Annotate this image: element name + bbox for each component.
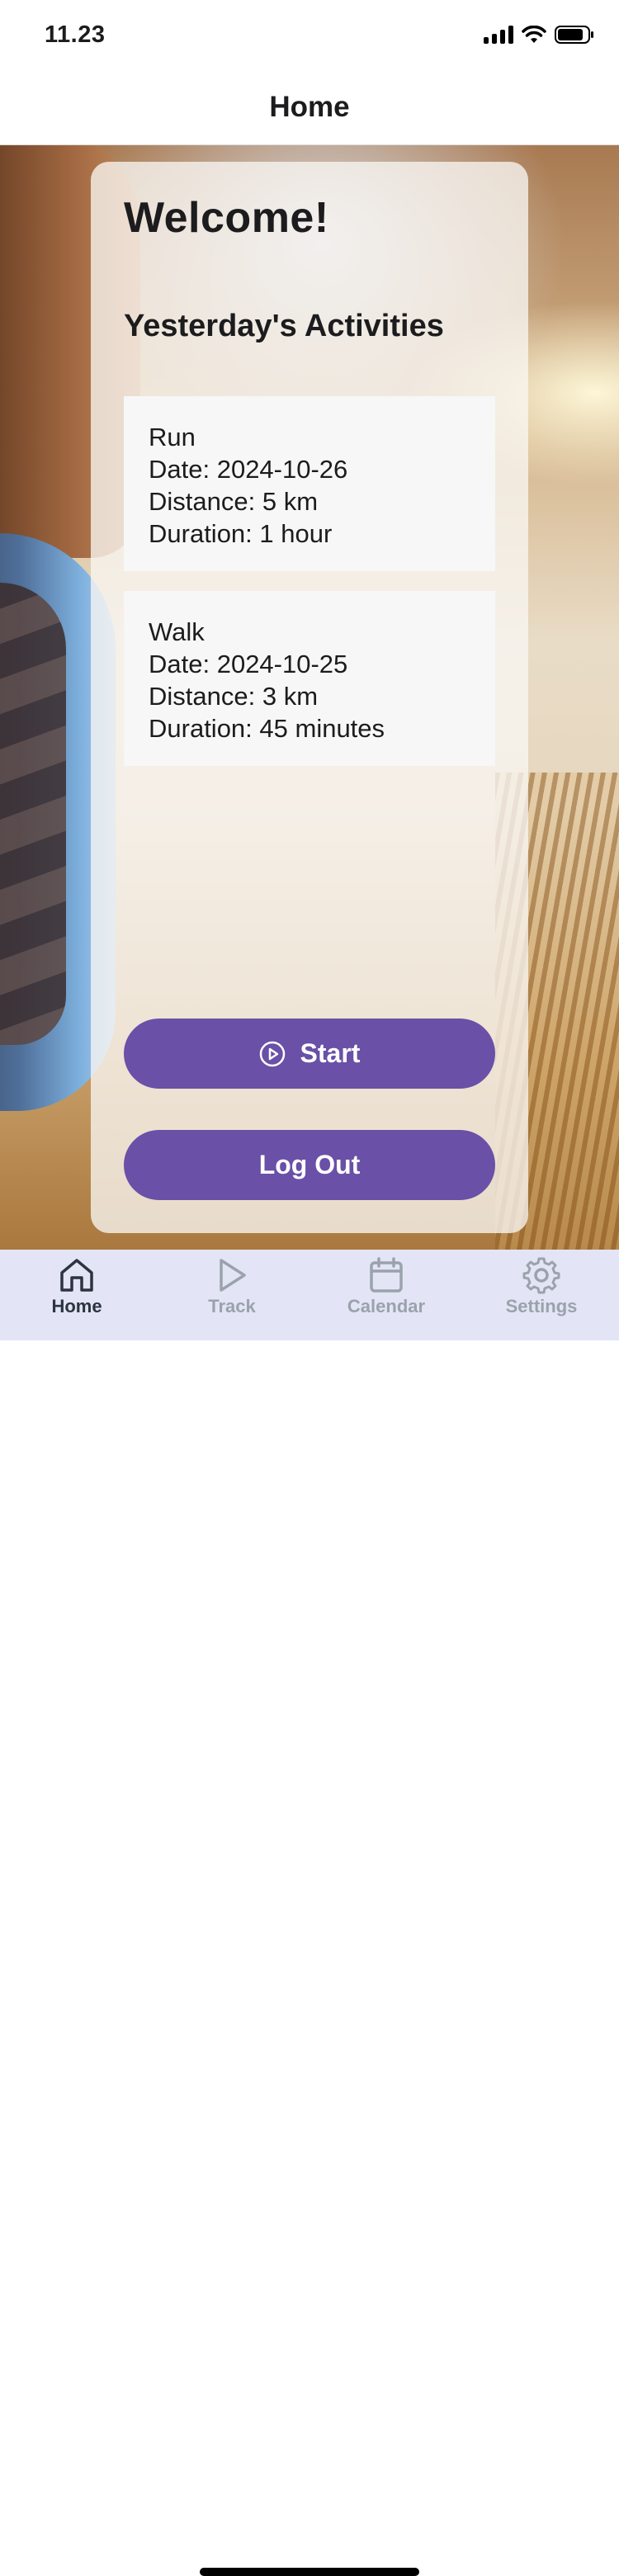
play-circle-icon <box>259 1041 285 1066</box>
activity-card: Walk Date: 2024-10-25 Distance: 3 km Dur… <box>124 591 495 766</box>
page-title: Home <box>269 91 350 123</box>
battery-icon <box>555 25 594 45</box>
activity-date: Date: 2024-10-25 <box>149 650 348 678</box>
status-time: 11.23 <box>45 21 106 48</box>
nav-header: Home <box>0 74 619 145</box>
activity-card: Run Date: 2024-10-26 Distance: 5 km Dura… <box>124 396 495 571</box>
logout-button-label: Log Out <box>258 1150 361 1179</box>
tab-home[interactable]: Home <box>15 1256 139 1317</box>
wifi-icon <box>522 26 546 44</box>
activities-heading: Yesterday's Activities <box>124 309 444 343</box>
tab-label: Track <box>208 1296 256 1316</box>
tab-bar: Home Track Calendar Settings <box>0 1250 619 2576</box>
start-button-label: Start <box>300 1038 361 1068</box>
tab-track[interactable]: Track <box>170 1256 294 1317</box>
home-indicator <box>200 2568 419 2576</box>
home-icon <box>60 1259 93 1292</box>
status-icons <box>484 25 594 45</box>
tab-settings[interactable]: Settings <box>480 1256 603 1317</box>
welcome-card: Welcome! Yesterday's Activities Run Date… <box>91 162 528 1233</box>
logout-button[interactable]: Log Out <box>124 1130 495 1200</box>
cellular-signal-icon <box>484 26 513 44</box>
activity-type: Walk <box>149 617 205 646</box>
start-button[interactable]: Start <box>124 1019 495 1089</box>
calendar-icon <box>370 1257 403 1293</box>
gear-icon <box>522 1257 560 1294</box>
activity-duration: Duration: 45 minutes <box>149 714 385 743</box>
activity-distance: Distance: 5 km <box>149 487 319 516</box>
tab-label: Home <box>51 1296 102 1316</box>
activity-distance: Distance: 3 km <box>149 682 319 711</box>
tab-label: Calendar <box>347 1296 426 1316</box>
activity-date: Date: 2024-10-26 <box>149 455 348 484</box>
tab-calendar[interactable]: Calendar <box>324 1256 448 1317</box>
play-icon <box>220 1259 246 1292</box>
tab-label: Settings <box>505 1296 578 1316</box>
status-bar: 11.23 <box>0 0 619 74</box>
activity-type: Run <box>149 423 196 451</box>
activity-duration: Duration: 1 hour <box>149 519 333 548</box>
welcome-heading: Welcome! <box>124 194 329 242</box>
